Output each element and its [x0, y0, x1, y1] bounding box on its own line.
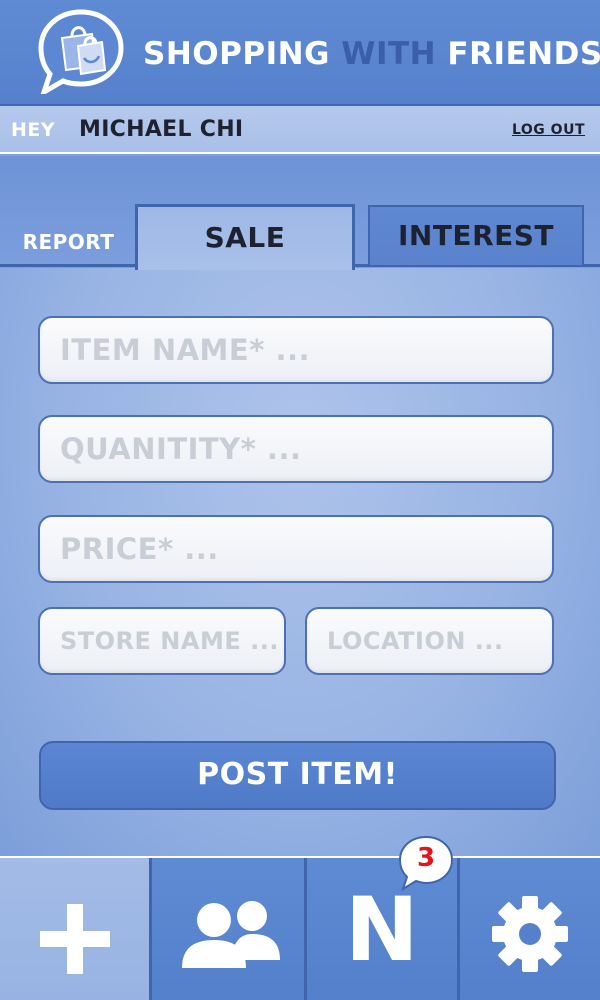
tab-interest[interactable]: INTEREST	[368, 205, 584, 265]
bottom-nav: N	[0, 856, 600, 1000]
user-bar: HEY MICHAEL CHI LOG OUT	[0, 106, 600, 154]
quantity-input[interactable]	[40, 417, 552, 481]
nav-settings-button[interactable]	[460, 858, 600, 1000]
post-item-button[interactable]: POST ITEM!	[39, 741, 556, 810]
main-content: REPORT INTEREST SALE POST ITEM!	[0, 156, 600, 856]
store-name-field[interactable]	[38, 607, 286, 675]
notifications-icon: N	[345, 878, 419, 981]
location-input[interactable]	[307, 609, 552, 673]
title-word-with: WITH	[341, 36, 437, 72]
item-name-field[interactable]	[38, 316, 554, 384]
friends-icon	[182, 901, 280, 968]
greeting-label: HEY	[11, 119, 56, 141]
tab-report[interactable]: REPORT	[0, 218, 137, 267]
app-header: SHOPPING WITH FRIENDS	[0, 0, 600, 106]
title-word-shopping: SHOPPING	[143, 36, 330, 72]
app-title: SHOPPING WITH FRIENDS	[143, 36, 600, 72]
shopping-bag-speech-bubble-icon	[38, 9, 124, 94]
plus-icon	[40, 904, 110, 974]
store-name-input[interactable]	[40, 609, 284, 673]
price-input[interactable]	[40, 517, 552, 581]
title-word-friends: FRIENDS	[447, 36, 600, 72]
nav-add-button[interactable]	[0, 858, 152, 1000]
nav-friends-button[interactable]	[152, 858, 307, 1000]
item-name-input[interactable]	[40, 318, 552, 382]
gear-icon	[492, 896, 568, 972]
logout-link[interactable]: LOG OUT	[512, 122, 585, 138]
username-label: MICHAEL CHI	[79, 117, 244, 142]
price-field[interactable]	[38, 515, 554, 583]
notification-count: 3	[416, 843, 436, 873]
quantity-field[interactable]	[38, 415, 554, 483]
location-field[interactable]	[305, 607, 554, 675]
tab-sale[interactable]: SALE	[135, 204, 355, 270]
